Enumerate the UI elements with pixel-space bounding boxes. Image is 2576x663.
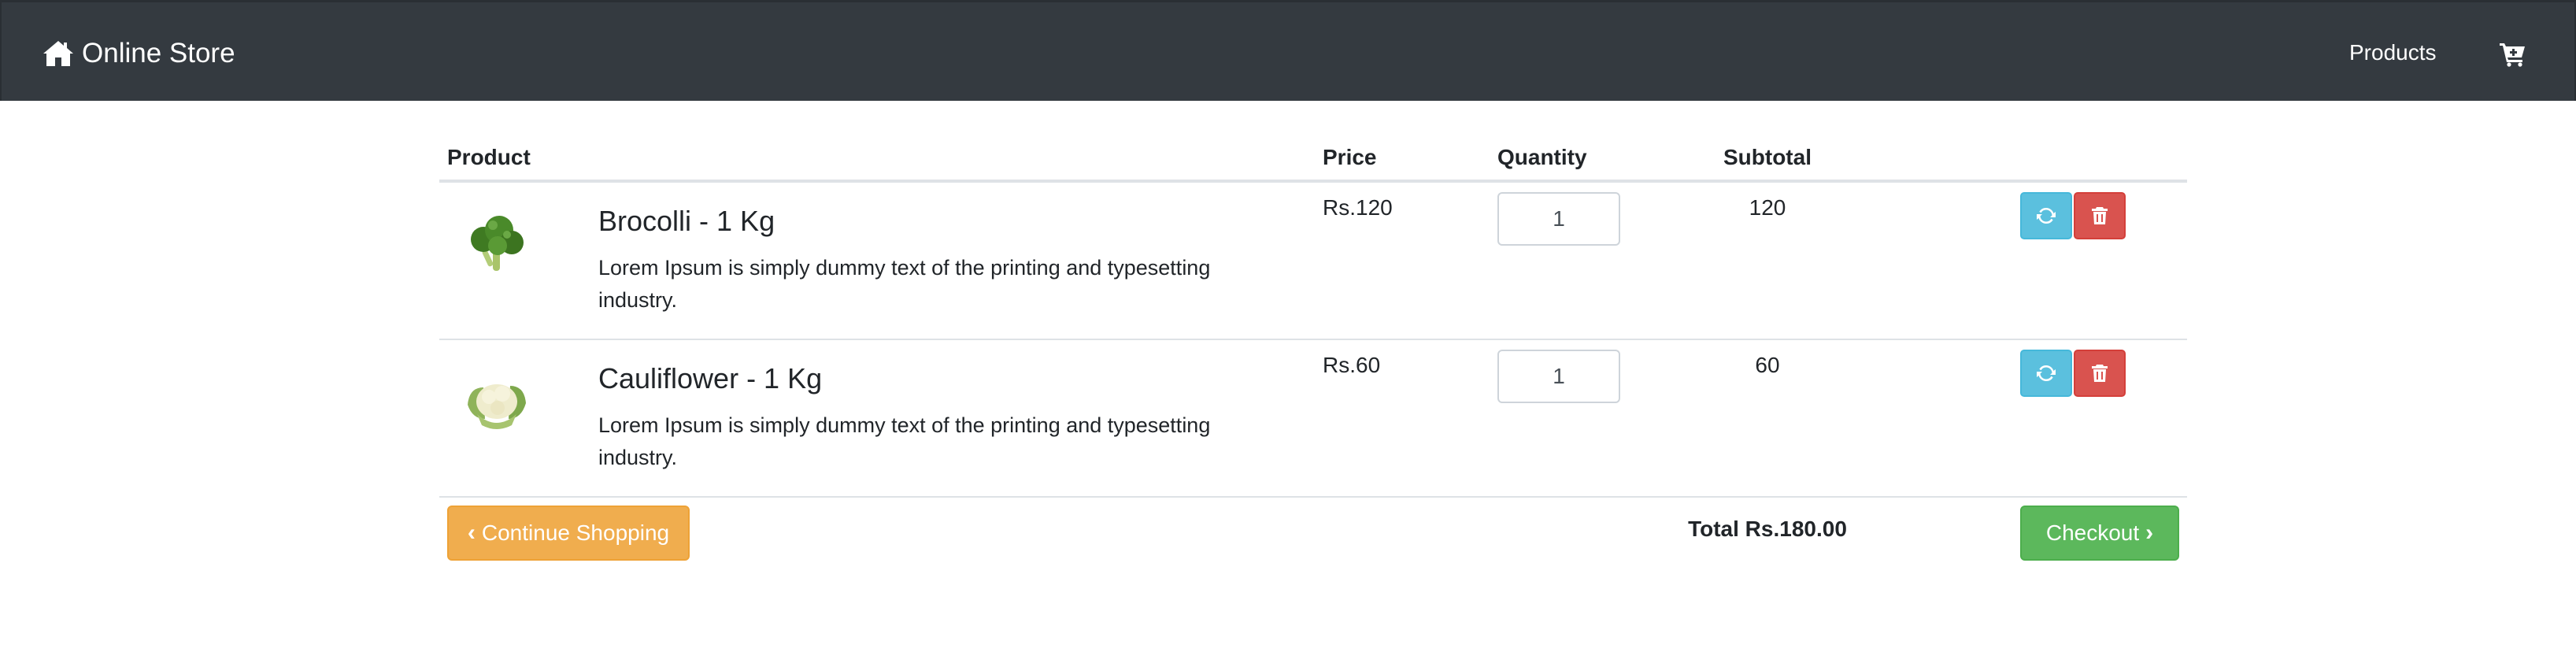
product-price: Rs.120 xyxy=(1323,195,1393,220)
delete-button[interactable] xyxy=(2074,350,2126,397)
product-name: Cauliflower - 1 Kg xyxy=(598,362,823,394)
chevron-right-icon: › xyxy=(2145,520,2154,546)
cart-total: Total Rs.180.00 xyxy=(1688,517,1847,541)
cart-footer: ‹ Continue Shopping Total Rs.180.00 Chec… xyxy=(439,506,2187,561)
trash-icon xyxy=(2092,365,2108,382)
broccoli-image xyxy=(471,216,524,271)
header-product: Product xyxy=(447,145,531,169)
delete-button[interactable] xyxy=(2074,192,2126,239)
header-quantity: Quantity xyxy=(1497,145,1587,169)
brand-link[interactable]: Online Store xyxy=(43,37,235,70)
cauliflower-image xyxy=(468,384,526,429)
trash-icon xyxy=(2092,207,2108,224)
home-icon xyxy=(43,41,73,66)
quantity-input[interactable] xyxy=(1497,350,1620,403)
product-description: Lorem Ipsum is simply dummy text of the … xyxy=(598,413,1211,469)
nav-products-link[interactable]: Products xyxy=(2349,40,2437,65)
product-description: Lorem Ipsum is simply dummy text of the … xyxy=(598,256,1211,312)
continue-shopping-label: Continue Shopping xyxy=(481,520,670,545)
row-divider xyxy=(439,496,2187,498)
cart-row: Brocolli - 1 Kg Lorem Ipsum is simply du… xyxy=(439,183,2187,340)
top-navbar: Online Store Products xyxy=(0,0,2576,101)
refresh-button[interactable] xyxy=(2020,350,2072,397)
product-price: Rs.60 xyxy=(1323,353,1381,377)
refresh-icon xyxy=(2037,365,2056,382)
header-subtotal: Subtotal xyxy=(1723,145,1812,169)
product-name: Brocolli - 1 Kg xyxy=(598,205,775,237)
refresh-button[interactable] xyxy=(2020,192,2072,239)
checkout-button[interactable]: Checkout › xyxy=(2020,506,2179,561)
header-price: Price xyxy=(1323,145,1377,169)
continue-shopping-button[interactable]: ‹ Continue Shopping xyxy=(447,506,690,561)
refresh-icon xyxy=(2037,207,2056,224)
brand-label: Online Store xyxy=(82,38,235,69)
row-subtotal: 120 xyxy=(1749,195,1786,220)
cart-row: Cauliflower - 1 Kg Lorem Ipsum is simply… xyxy=(439,340,2187,498)
checkout-label: Checkout xyxy=(2045,520,2140,545)
row-subtotal: 60 xyxy=(1755,353,1780,377)
chevron-left-icon: ‹ xyxy=(467,520,476,546)
quantity-input[interactable] xyxy=(1497,192,1620,246)
cart-icon[interactable] xyxy=(2499,40,2526,67)
